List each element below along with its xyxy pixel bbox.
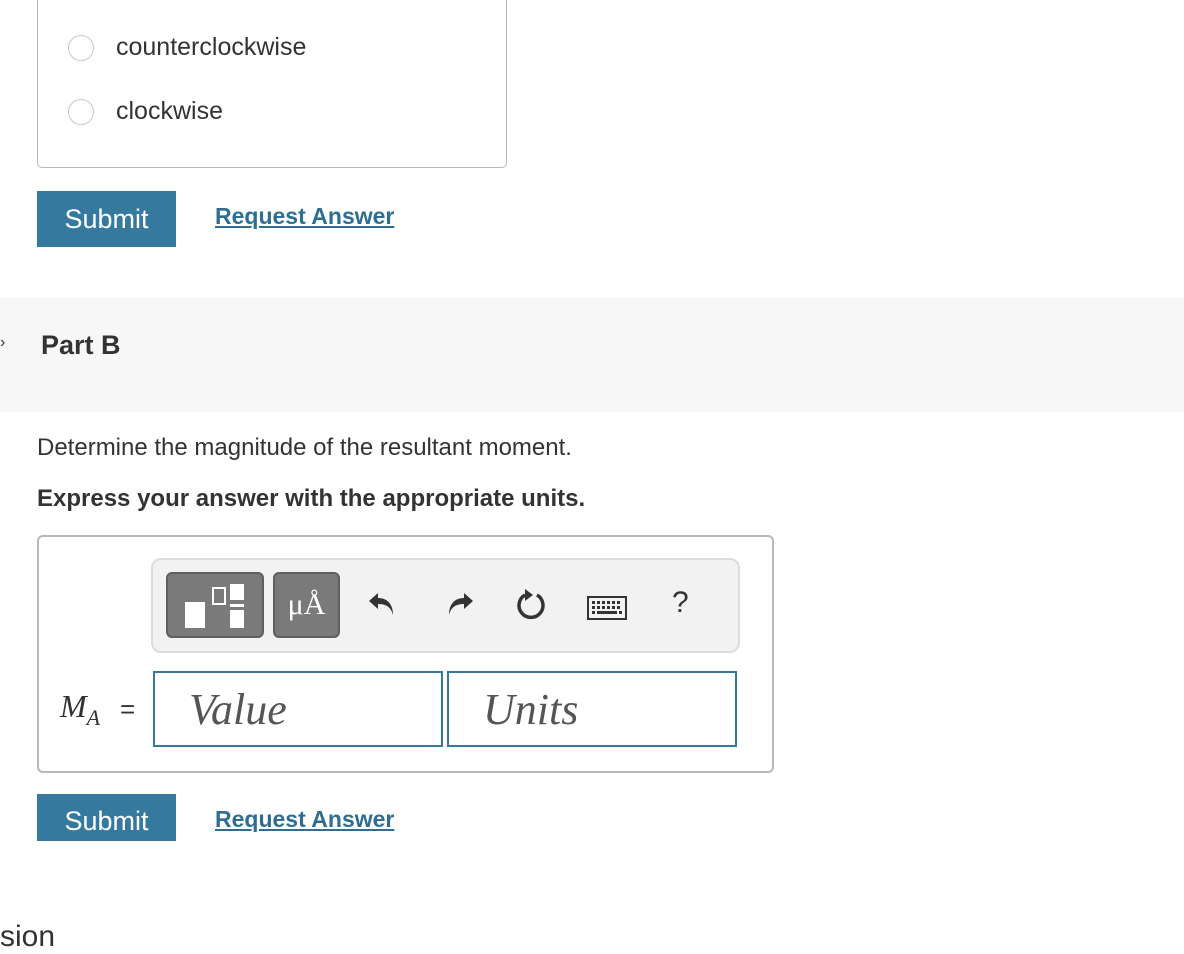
- keyboard-button[interactable]: [586, 594, 628, 622]
- value-field[interactable]: [153, 671, 443, 747]
- keyboard-icon: [587, 596, 627, 620]
- partial-section-heading: sion: [0, 920, 56, 953]
- redo-button[interactable]: [442, 586, 478, 622]
- radio-clockwise[interactable]: [68, 98, 94, 125]
- radio-counterclockwise[interactable]: [68, 34, 94, 61]
- part-b-header[interactable]: [0, 298, 1184, 412]
- part-b-title: Part B: [41, 330, 121, 360]
- help-button[interactable]: ?: [672, 586, 689, 620]
- option-label: counterclockwise: [116, 33, 307, 61]
- option-label: clockwise: [116, 97, 223, 125]
- units-icon: μÅ: [287, 588, 326, 621]
- variable-subscript: A: [86, 705, 101, 730]
- units-input[interactable]: [483, 683, 735, 735]
- reset-button[interactable]: [512, 586, 550, 624]
- units-field[interactable]: [447, 671, 737, 747]
- undo-icon: [369, 593, 393, 615]
- answer-instruction: Express your answer with the appropriate…: [37, 485, 586, 512]
- units-button[interactable]: μÅ: [273, 572, 340, 638]
- fraction-template-button[interactable]: [166, 572, 264, 638]
- equals-sign: =: [120, 694, 136, 724]
- variable-main: M: [60, 688, 87, 724]
- part-b-submit-button[interactable]: Submit: [37, 794, 176, 841]
- value-input[interactable]: [189, 683, 441, 735]
- part-a-request-answer-link[interactable]: Request Answer: [215, 203, 394, 230]
- part-a-options-box: [37, 0, 507, 168]
- redo-icon: [449, 593, 473, 615]
- part-a-submit-button[interactable]: Submit: [37, 191, 176, 247]
- fraction-template-icon: [185, 584, 244, 628]
- option-clockwise[interactable]: clockwise: [68, 97, 223, 126]
- reset-icon: [517, 589, 545, 620]
- question-prompt: Determine the magnitude of the resultant…: [37, 434, 572, 461]
- part-b-request-answer-link[interactable]: Request Answer: [215, 806, 394, 833]
- undo-button[interactable]: [364, 586, 400, 622]
- part-b-submit-clip: Submit: [37, 794, 176, 841]
- option-counterclockwise[interactable]: counterclockwise: [68, 33, 306, 62]
- variable-label: MA: [60, 688, 100, 730]
- collapse-chevron-icon[interactable]: ›: [0, 334, 5, 352]
